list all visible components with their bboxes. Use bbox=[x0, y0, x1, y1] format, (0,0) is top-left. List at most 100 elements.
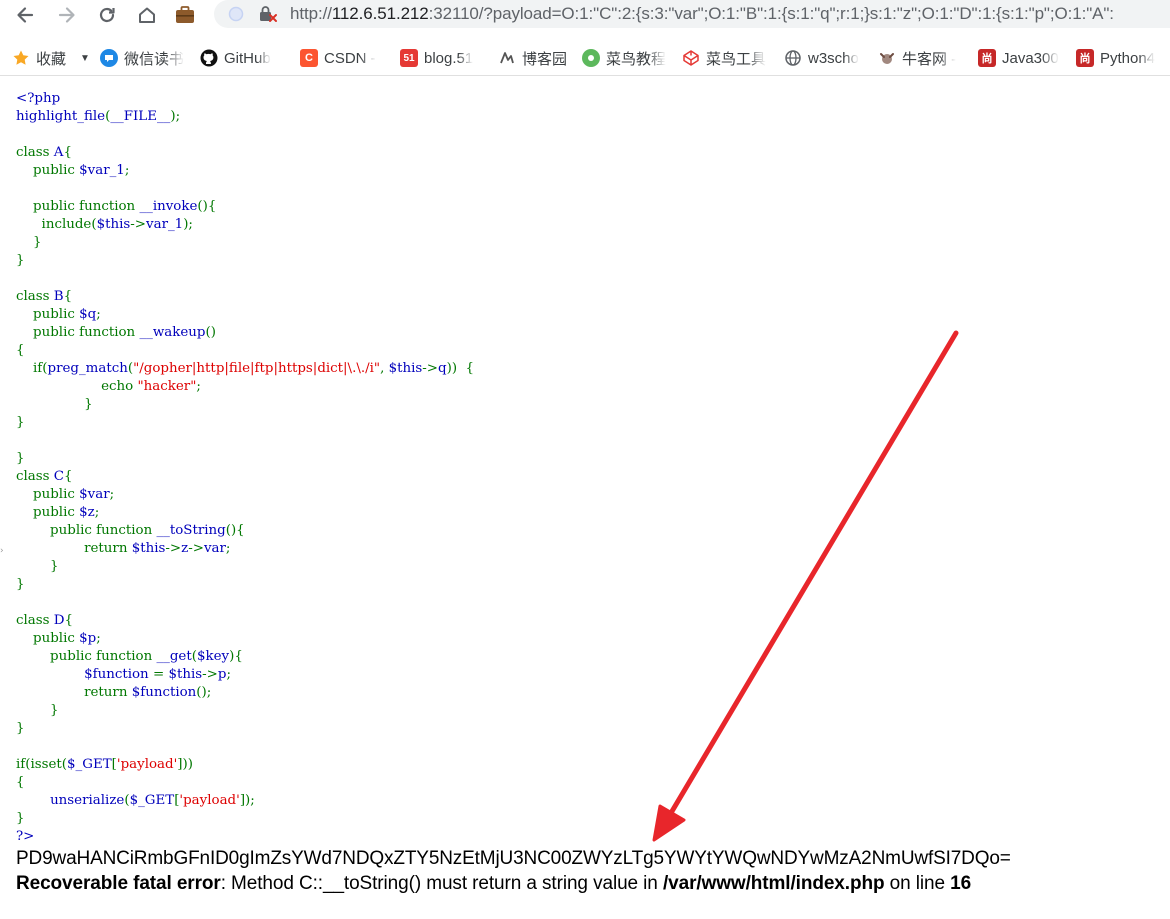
code-token: ?> bbox=[16, 829, 35, 844]
code-line: public $q; bbox=[16, 306, 474, 324]
bookmark-item[interactable]: 菜鸟教程 bbox=[582, 47, 670, 69]
forward-arrow-icon[interactable] bbox=[54, 2, 80, 28]
code-token: highlight_file bbox=[16, 109, 106, 124]
code-token: } bbox=[16, 235, 42, 250]
code-token: ){ bbox=[229, 649, 243, 664]
bookmark-item[interactable]: GitHub bbox=[200, 47, 284, 69]
side-panel-handle[interactable]: › bbox=[0, 546, 4, 556]
bookmark-label: 收藏 bbox=[36, 50, 67, 68]
bookmark-label: blog.51 bbox=[424, 49, 474, 67]
code-line: } bbox=[16, 450, 474, 468]
code-token: $this bbox=[168, 667, 203, 682]
code-token: public bbox=[16, 487, 80, 502]
home-icon[interactable] bbox=[134, 2, 160, 28]
code-line: { bbox=[16, 774, 474, 792]
url-text[interactable]: http://112.6.51.212:32110/?payload=O:1:"… bbox=[290, 4, 1114, 24]
bookmark-label: 微信读书 bbox=[124, 50, 185, 68]
bookmark-item[interactable]: 菜鸟工具 bbox=[682, 47, 770, 69]
code-token: __get bbox=[156, 649, 192, 664]
code-token: $var_1 bbox=[79, 163, 125, 178]
bookmark-item[interactable]: 尚 Java300 bbox=[978, 47, 1064, 69]
code-line: include($this->var_1); bbox=[16, 216, 474, 234]
bookmark-item[interactable]: w3scho bbox=[784, 47, 866, 69]
code-line: public $var_1; bbox=[16, 162, 474, 180]
code-token: $var bbox=[79, 487, 110, 502]
code-token: public bbox=[16, 307, 80, 322]
code-line: public function __invoke(){ bbox=[16, 198, 474, 216]
code-token: )) { bbox=[446, 361, 475, 376]
code-token: { bbox=[63, 289, 73, 304]
code-token: ; bbox=[96, 307, 101, 322]
code-token: $this bbox=[131, 541, 166, 556]
code-token: <?php bbox=[16, 91, 61, 106]
bookmark-item[interactable]: 微信读书 bbox=[100, 47, 186, 69]
runoob-icon bbox=[582, 49, 600, 67]
bookmark-item[interactable]: 牛客网 - bbox=[878, 47, 962, 69]
code-token: $p bbox=[79, 631, 97, 646]
code-token: preg_match bbox=[47, 361, 128, 376]
code-token: class bbox=[16, 289, 54, 304]
bookmark-item[interactable]: 51 blog.51 bbox=[400, 47, 484, 69]
briefcase-icon[interactable] bbox=[172, 2, 198, 28]
address-bar[interactable]: http://112.6.51.212:32110/?payload=O:1:"… bbox=[214, 0, 1170, 28]
bookmark-item[interactable]: C CSDN - bbox=[300, 47, 382, 69]
code-token: = bbox=[152, 667, 169, 682]
code-line: class D{ bbox=[16, 612, 474, 630]
code-line: unserialize($_GET['payload']); bbox=[16, 792, 474, 810]
not-secure-icon[interactable] bbox=[258, 5, 278, 27]
code-token: $function bbox=[131, 685, 197, 700]
bookmark-item[interactable]: 尚 Python4 bbox=[1076, 47, 1170, 69]
back-arrow-icon[interactable] bbox=[12, 2, 38, 28]
code-token: "hacker" bbox=[137, 379, 197, 394]
code-line: { bbox=[16, 342, 474, 360]
reload-icon[interactable] bbox=[94, 2, 120, 28]
code-line: echo "hacker"; bbox=[16, 378, 474, 396]
code-line: return $function(); bbox=[16, 684, 474, 702]
code-line: } bbox=[16, 252, 474, 270]
code-token: class bbox=[16, 469, 54, 484]
code-token: -> bbox=[130, 217, 147, 232]
url-host: 112.6.51.212 bbox=[331, 4, 429, 23]
chevron-down-icon[interactable]: ▼ bbox=[80, 53, 90, 64]
code-token: "/gopher|http|file|ftp|https|dict|\.\./i… bbox=[133, 361, 381, 376]
code-line: } bbox=[16, 810, 474, 828]
error-file: /var/www/html/index.php bbox=[662, 873, 885, 894]
bookmark-item[interactable]: 博客园 bbox=[498, 47, 574, 69]
code-line: } bbox=[16, 414, 474, 432]
code-token: () bbox=[205, 325, 216, 340]
code-token: __toString bbox=[156, 523, 226, 538]
code-token: } bbox=[16, 577, 25, 592]
code-token: __invoke bbox=[139, 199, 198, 214]
code-token: , bbox=[380, 361, 389, 376]
code-token: q bbox=[438, 361, 447, 376]
code-token: __FILE__ bbox=[110, 109, 171, 124]
bookmark-favorites[interactable]: 收藏 ▼ bbox=[12, 47, 92, 69]
code-line: } bbox=[16, 720, 474, 738]
code-token: public bbox=[16, 505, 80, 520]
wechat-read-icon bbox=[100, 49, 118, 67]
code-token: ; bbox=[225, 541, 231, 556]
code-token: -> bbox=[188, 541, 204, 556]
code-line: } bbox=[16, 702, 474, 720]
code-line: class A{ bbox=[16, 144, 474, 162]
bookmarks-bar: 收藏 ▼ 微信读书 GitHub C CSDN - 51 blog.51 博客园… bbox=[0, 40, 1170, 76]
url-path-query: :32110/?payload=O:1:"C":2:{s:3:"var";O:1… bbox=[428, 4, 1114, 23]
code-token: ])) bbox=[177, 757, 193, 772]
code-token: } bbox=[16, 253, 25, 268]
code-line: public function __toString(){ bbox=[16, 522, 474, 540]
code-token: } bbox=[16, 451, 25, 466]
sxt-icon: 尚 bbox=[1076, 49, 1094, 67]
code-line: if(preg_match("/gopher|http|file|ftp|htt… bbox=[16, 360, 474, 378]
code-token: include( bbox=[16, 217, 97, 232]
github-icon bbox=[200, 49, 218, 67]
code-token: $_GET bbox=[67, 757, 112, 772]
code-token: $function bbox=[84, 667, 153, 682]
code-token: $this bbox=[96, 217, 131, 232]
bookmark-label: Python4 bbox=[1100, 49, 1156, 67]
code-line: if(isset($_GET['payload'])) bbox=[16, 756, 474, 774]
globe-icon bbox=[784, 49, 802, 67]
code-token: return bbox=[16, 685, 132, 700]
